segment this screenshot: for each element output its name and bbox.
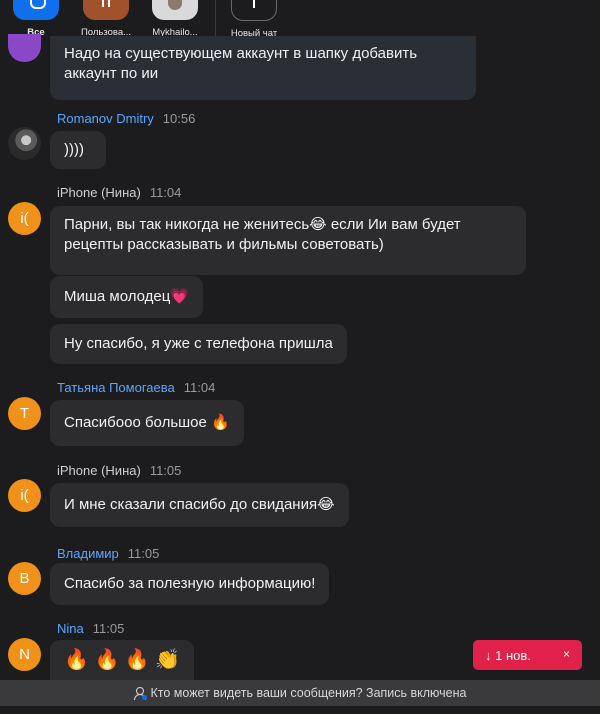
sender-name[interactable]: Nina bbox=[57, 621, 84, 636]
sender-header: Romanov Dmitry 10:56 bbox=[57, 111, 195, 126]
user-initials-icon bbox=[83, 0, 129, 20]
message-time: 11:04 bbox=[183, 380, 216, 395]
avatar[interactable]: T bbox=[8, 397, 41, 430]
message-bubble: Спасибооо большое 🔥 bbox=[50, 400, 244, 446]
sender-header: iPhone (Нина) 11:05 bbox=[57, 463, 181, 478]
filter-users[interactable]: Пользова... bbox=[76, 0, 136, 38]
sender-name[interactable]: iPhone (Нина) bbox=[57, 185, 141, 200]
avatar[interactable]: i( bbox=[8, 202, 41, 235]
filter-mykhailo[interactable]: Mykhailo... bbox=[145, 0, 205, 38]
sender-header: iPhone (Нина) 11:04 bbox=[57, 185, 181, 200]
message-bubble: 🔥 🔥 🔥 👏 bbox=[50, 640, 195, 680]
message-time: 11:04 bbox=[149, 185, 182, 200]
sender-name[interactable]: iPhone (Нина) bbox=[57, 463, 141, 478]
user-photo-icon bbox=[152, 0, 198, 20]
message-bubble: Миша молодец💗 bbox=[50, 276, 204, 318]
message-time: 11:05 bbox=[127, 546, 160, 561]
message-bubble: Надо на существующем аккаунт в шапку доб… bbox=[50, 36, 476, 100]
sender-header: Татьяна Помогаева 11:04 bbox=[57, 380, 215, 395]
new-messages-button[interactable]: ↓ 1 нов. × bbox=[473, 640, 582, 670]
new-chat-button[interactable]: Новый чат bbox=[224, 0, 284, 39]
users-icon bbox=[133, 686, 147, 700]
filter-all[interactable]: Все bbox=[6, 0, 66, 38]
avatar[interactable] bbox=[8, 127, 41, 160]
message-bubble: И мне сказали спасибо до свидания😂 bbox=[50, 483, 349, 527]
sender-name[interactable]: Владимир bbox=[57, 546, 119, 561]
sender-name[interactable]: Romanov Dmitry bbox=[57, 111, 154, 126]
message-time: 11:05 bbox=[92, 621, 125, 636]
message-time: 11:05 bbox=[149, 463, 182, 478]
message-time: 10:56 bbox=[162, 111, 196, 126]
avatar bbox=[8, 34, 41, 62]
close-icon[interactable]: × bbox=[563, 647, 570, 661]
avatar[interactable]: N bbox=[8, 638, 41, 671]
sender-header: Nina 11:05 bbox=[57, 621, 124, 636]
topbar-divider bbox=[215, 0, 216, 36]
message-bubble: )))) bbox=[50, 131, 106, 169]
plus-icon bbox=[231, 0, 277, 21]
privacy-banner-text: Кто может видеть ваши сообщения? Запись … bbox=[150, 686, 467, 700]
message-bubble: Ну спасибо, я уже с телефона пришла bbox=[50, 324, 347, 364]
avatar[interactable]: i( bbox=[8, 479, 41, 512]
new-messages-label: ↓ 1 нов. bbox=[485, 647, 531, 663]
message-bubble: Парни, вы так никогда не женитесь😂 если … bbox=[50, 206, 526, 275]
sender-name[interactable]: Татьяна Помогаева bbox=[57, 380, 175, 395]
avatar[interactable]: B bbox=[8, 562, 41, 595]
sender-header: Владимир 11:05 bbox=[57, 546, 159, 561]
chat-bubble-icon bbox=[13, 0, 59, 20]
message-bubble: Спасибо за полезную информацию! bbox=[50, 563, 330, 605]
privacy-banner[interactable]: Кто может видеть ваши сообщения? Запись … bbox=[0, 680, 600, 706]
